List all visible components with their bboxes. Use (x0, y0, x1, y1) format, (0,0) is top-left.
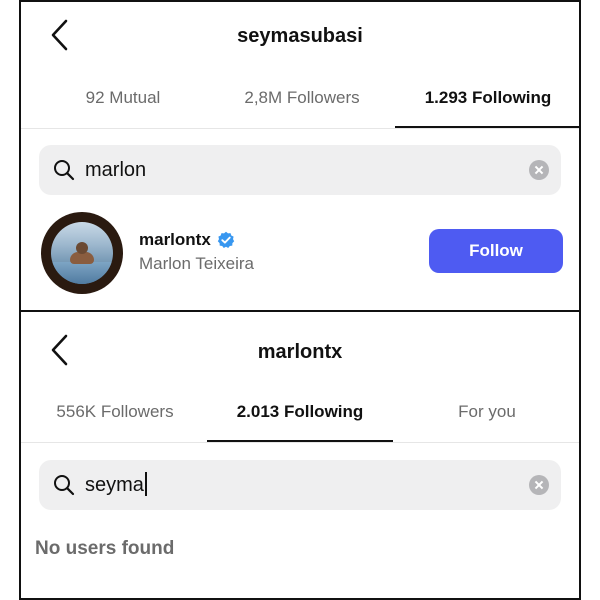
username: marlontx (139, 230, 211, 249)
tab-followers[interactable]: 556K Followers (35, 382, 195, 442)
page-title: marlontx (257, 341, 343, 363)
search-icon (54, 475, 75, 496)
profile-following-panel-marlontx: marlontx 556K Followers 2.013 Following … (19, 310, 581, 600)
search-input[interactable]: seyma (39, 460, 561, 510)
clear-search-icon[interactable] (529, 160, 549, 180)
verified-badge-icon (217, 231, 234, 248)
search-query: seyma (85, 474, 144, 496)
tab-following[interactable]: 1.293 Following (395, 68, 581, 128)
search-icon (54, 160, 75, 181)
page-title: seymasubasi (237, 25, 363, 47)
tab-divider (21, 442, 579, 443)
full-name: Marlon Teixeira (139, 254, 254, 273)
clear-search-icon[interactable] (529, 475, 549, 495)
username-link[interactable]: marlontx (139, 228, 235, 252)
search-query-wrap: seyma (85, 460, 147, 510)
tab-for-you[interactable]: For you (397, 382, 577, 442)
profile-following-panel-seymasubasi: seymasubasi 92 Mutual 2,8M Followers 1.2… (19, 0, 581, 312)
avatar-photo (51, 222, 113, 284)
search-query: marlon (85, 159, 147, 181)
list-item[interactable]: marlontx Marlon Teixeira Follow (21, 208, 579, 298)
follow-button[interactable]: Follow (429, 229, 563, 273)
text-cursor (144, 472, 147, 497)
tab-followers[interactable]: 2,8M Followers (211, 68, 393, 128)
tab-bar: 556K Followers 2.013 Following For you (21, 382, 579, 442)
empty-state-message: No users found (35, 538, 175, 559)
tab-divider (21, 128, 579, 129)
tab-bar: 92 Mutual 2,8M Followers 1.293 Following (21, 68, 581, 128)
avatar[interactable] (41, 212, 123, 294)
tab-following[interactable]: 2.013 Following (207, 382, 393, 442)
search-input[interactable]: marlon (39, 145, 561, 195)
tab-mutual[interactable]: 92 Mutual (35, 68, 211, 128)
